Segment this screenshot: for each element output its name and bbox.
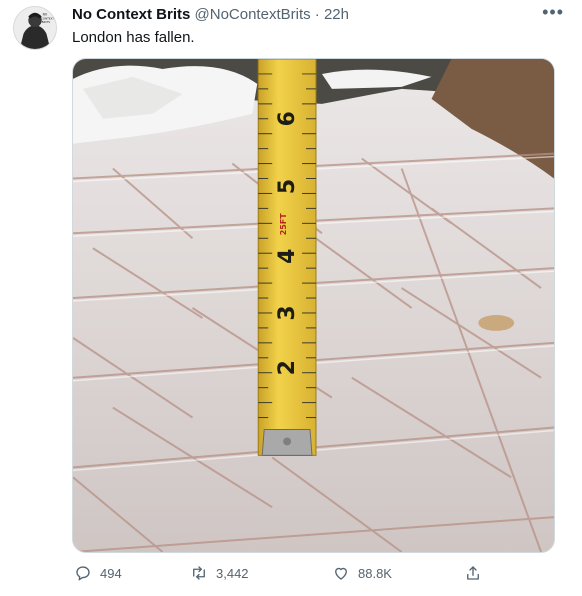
tweet-header: No Context Brits @NoContextBrits · 22h [72,6,349,23]
tape-number: 5 [275,179,300,194]
like-count: 88.8K [358,565,392,581]
action-bar: 494 3,442 88.8K [72,564,492,586]
avatar[interactable]: NO CONTEXT BRITS [13,6,57,50]
more-icon[interactable]: ••• [542,2,564,23]
leaf-on-ground [478,314,515,331]
display-name[interactable]: No Context Brits [72,6,190,23]
tape-measure: 6 5 4 3 2 25FT [257,59,317,456]
reply-count: 494 [100,565,122,581]
share-button[interactable] [464,564,482,582]
reply-button[interactable]: 494 [74,564,122,582]
tape-mark: 25FT [279,213,288,236]
avatar-text-line: BRITS [42,20,51,24]
heart-icon [332,564,350,582]
tape-number: 6 [275,111,300,126]
tape-number: 4 [275,249,300,264]
snow-path-photo: 6 5 4 3 2 25FT [73,59,554,552]
timestamp[interactable]: 22h [324,6,349,23]
share-icon [464,564,482,582]
retweet-button[interactable]: 3,442 [190,564,249,582]
tweet-photo[interactable]: 6 5 4 3 2 25FT [72,58,555,553]
like-button[interactable]: 88.8K [332,564,392,582]
tweet-text: London has fallen. [72,29,195,46]
user-handle[interactable]: @NoContextBrits [195,6,311,23]
tape-number: 3 [275,305,300,320]
reply-icon [74,564,92,582]
retweet-icon [190,564,208,582]
separator-dot: · [314,6,320,23]
retweet-count: 3,442 [216,565,249,581]
avatar-image: NO CONTEXT BRITS [14,7,56,49]
tweet-card[interactable]: NO CONTEXT BRITS No Context Brits @NoCon… [0,0,582,596]
tape-number: 2 [275,360,300,375]
